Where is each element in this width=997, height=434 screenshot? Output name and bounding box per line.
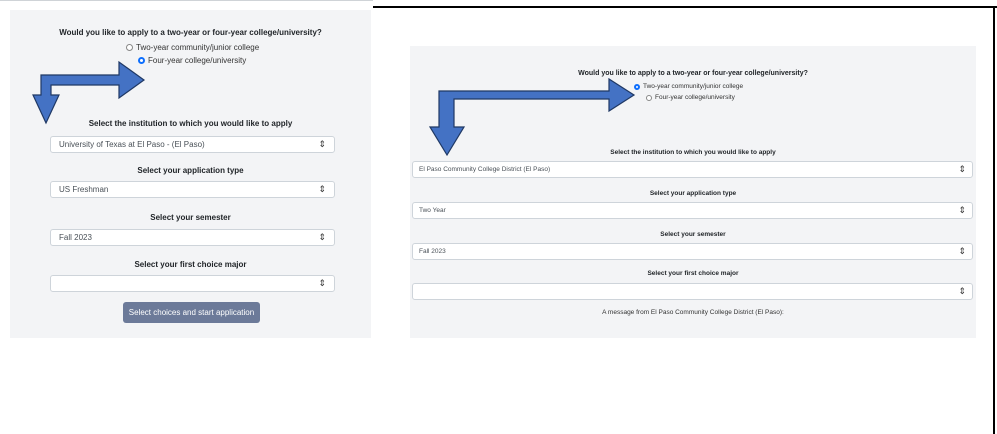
updown-caret-icon: ⇕	[958, 205, 966, 215]
major-select[interactable]: ⇕	[412, 283, 973, 300]
application-type-select[interactable]: Two Year ⇕	[412, 202, 973, 219]
semester-select[interactable]: Fall 2023 ⇕	[50, 229, 335, 246]
updown-caret-icon: ⇕	[318, 278, 326, 288]
application-type-label: Select your application type	[649, 190, 737, 197]
updown-caret-icon: ⇕	[958, 246, 966, 256]
semester-selected-value: Fall 2023	[419, 248, 446, 255]
college-type-question: Would you like to apply to a two-year or…	[59, 28, 322, 37]
application-type-select[interactable]: US Freshman ⇕	[50, 181, 335, 198]
updown-caret-icon: ⇕	[318, 232, 326, 242]
semester-selected-value: Fall 2023	[59, 233, 92, 242]
bent-arrow-icon	[428, 77, 636, 157]
major-select[interactable]: ⇕	[50, 275, 335, 292]
radio-option-four-year[interactable]: Four-year college/university	[646, 94, 735, 101]
major-label: Select your first choice major	[647, 270, 739, 277]
major-label: Select your first choice major	[134, 260, 247, 269]
updown-caret-icon: ⇕	[958, 286, 966, 296]
updown-caret-icon: ⇕	[318, 184, 326, 194]
updown-caret-icon: ⇕	[958, 164, 966, 174]
radio-option-two-year[interactable]: Two-year community/junior college	[634, 83, 743, 90]
bent-arrow-icon	[32, 60, 146, 125]
frame-border-top	[373, 6, 997, 8]
institution-selected-value: El Paso Community College District (El P…	[419, 166, 551, 173]
radio-label-four-year: Four-year college/university	[655, 94, 735, 101]
radio-label-two-year: Two-year community/junior college	[643, 83, 744, 90]
semester-label: Select your semester	[660, 231, 726, 238]
updown-caret-icon: ⇕	[318, 139, 326, 149]
radio-unchecked-icon[interactable]	[646, 94, 652, 101]
semester-select[interactable]: Fall 2023 ⇕	[412, 243, 973, 260]
application-type-selected-value: Two Year	[419, 207, 446, 214]
institution-select[interactable]: El Paso Community College District (El P…	[412, 161, 973, 178]
institution-message: A message from El Paso Community College…	[602, 309, 784, 316]
application-type-selected-value: US Freshman	[59, 185, 109, 194]
frame-border-right	[993, 6, 995, 434]
frame-border-top-left	[0, 0, 373, 1]
start-application-button[interactable]: Select choices and start application	[123, 302, 260, 323]
semester-label: Select your semester	[150, 213, 231, 222]
institution-select[interactable]: University of Texas at El Paso - (El Pas…	[50, 136, 335, 153]
institution-selected-value: University of Texas at El Paso - (El Pas…	[59, 140, 205, 149]
application-type-label: Select your application type	[137, 166, 244, 175]
